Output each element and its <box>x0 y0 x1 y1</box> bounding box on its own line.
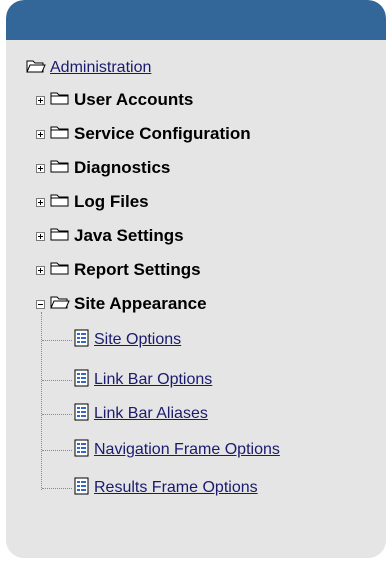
tree-item-report-settings[interactable]: Report Settings <box>36 260 201 280</box>
tree-connector <box>42 340 72 342</box>
tree-root-administration[interactable]: Administration <box>26 58 151 78</box>
tree-item-label[interactable]: Diagnostics <box>74 158 170 178</box>
link-bar-options-link[interactable]: Link Bar Options <box>94 371 212 389</box>
tree-child-navigation-frame-options[interactable]: Navigation Frame Options <box>74 439 280 462</box>
tree-item-log-files[interactable]: Log Files <box>36 192 149 212</box>
expand-icon[interactable] <box>36 197 45 207</box>
tree-connector <box>42 450 72 452</box>
folder-open-icon <box>26 59 46 78</box>
tree-item-label[interactable]: Log Files <box>74 192 149 212</box>
page-icon <box>74 369 90 392</box>
expand-icon[interactable] <box>36 231 45 241</box>
tree-item-label[interactable]: Java Settings <box>74 226 184 246</box>
folder-closed-icon <box>50 91 70 110</box>
navigation-frame-options-link[interactable]: Navigation Frame Options <box>94 441 280 459</box>
folder-closed-icon <box>50 261 70 280</box>
results-frame-options-link[interactable]: Results Frame Options <box>94 479 258 497</box>
tree-child-link-bar-options[interactable]: Link Bar Options <box>74 369 212 392</box>
tree-item-site-appearance[interactable]: Site Appearance <box>36 294 207 314</box>
tree-connector <box>42 380 72 382</box>
administration-link[interactable]: Administration <box>50 59 151 77</box>
tree-item-label[interactable]: User Accounts <box>74 90 193 110</box>
tree-item-java-settings[interactable]: Java Settings <box>36 226 184 246</box>
collapse-icon[interactable] <box>36 299 45 309</box>
site-options-link[interactable]: Site Options <box>94 331 181 349</box>
tree-child-site-options[interactable]: Site Options <box>74 329 181 352</box>
folder-closed-icon <box>50 193 70 212</box>
folder-closed-icon <box>50 125 70 144</box>
tree-item-service-configuration[interactable]: Service Configuration <box>36 124 251 144</box>
tree-item-label[interactable]: Report Settings <box>74 260 201 280</box>
expand-icon[interactable] <box>36 163 45 173</box>
expand-icon[interactable] <box>36 95 45 105</box>
tree-connector <box>42 488 72 490</box>
panel-header <box>6 0 386 40</box>
page-icon <box>74 439 90 462</box>
tree-item-user-accounts[interactable]: User Accounts <box>36 90 193 110</box>
admin-tree: Administration User Accounts Service Con… <box>6 40 386 558</box>
page-icon <box>74 329 90 352</box>
tree-item-label[interactable]: Service Configuration <box>74 124 251 144</box>
tree-child-results-frame-options[interactable]: Results Frame Options <box>74 477 258 500</box>
page-icon <box>74 477 90 500</box>
expand-icon[interactable] <box>36 265 45 275</box>
tree-item-diagnostics[interactable]: Diagnostics <box>36 158 170 178</box>
tree-child-link-bar-aliases[interactable]: Link Bar Aliases <box>74 403 208 426</box>
navigation-panel: Administration User Accounts Service Con… <box>6 0 386 558</box>
tree-connector <box>41 312 43 490</box>
link-bar-aliases-link[interactable]: Link Bar Aliases <box>94 405 208 423</box>
expand-icon[interactable] <box>36 129 45 139</box>
folder-closed-icon <box>50 227 70 246</box>
page-icon <box>74 403 90 426</box>
tree-connector <box>42 414 72 416</box>
tree-item-label[interactable]: Site Appearance <box>74 294 207 314</box>
folder-closed-icon <box>50 159 70 178</box>
folder-open-icon <box>50 295 70 314</box>
